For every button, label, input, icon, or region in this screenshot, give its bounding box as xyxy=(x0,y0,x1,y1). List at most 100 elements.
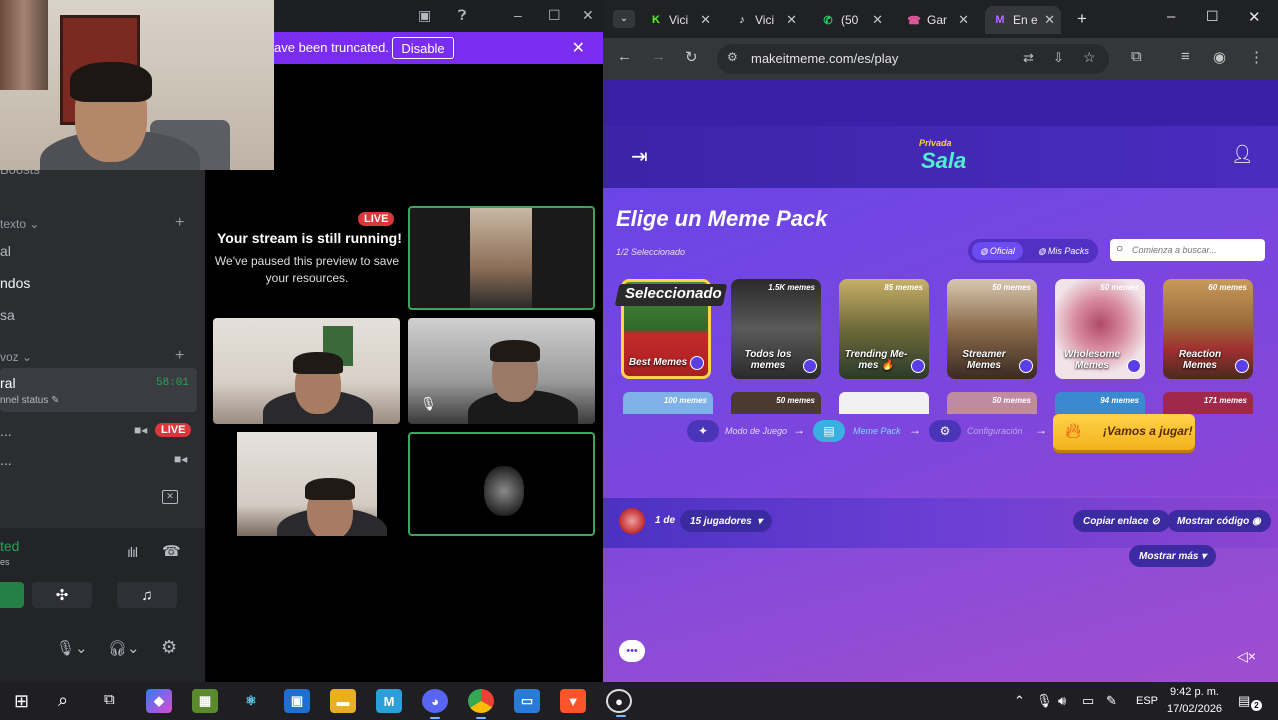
pack-card-wholesome[interactable]: 50 memes Wholesome Memes xyxy=(1055,279,1145,379)
reload-icon[interactable]: ↻ xyxy=(685,48,698,66)
chrome-icon[interactable] xyxy=(468,689,494,719)
microsoft-store-icon[interactable]: ▣ xyxy=(284,689,310,713)
video-tile-user-4[interactable] xyxy=(408,432,595,536)
close-window-icon[interactable]: ✕ xyxy=(1248,8,1261,26)
minecraft-icon[interactable]: ▦ xyxy=(192,689,218,713)
back-icon[interactable]: ← xyxy=(617,48,632,65)
settings-step-icon[interactable]: ⚙ xyxy=(929,420,961,442)
bookmark-star-icon[interactable]: ☆ xyxy=(1083,49,1096,66)
video-tile-stream[interactable] xyxy=(408,206,595,310)
player-avatar[interactable] xyxy=(619,508,645,534)
step-game-mode[interactable]: Modo de Juego xyxy=(725,426,787,436)
pack-search-input[interactable] xyxy=(1132,242,1260,258)
microphone-icon[interactable]: 🎙︎ xyxy=(1036,693,1053,709)
channel-status[interactable]: nnel status ✎ xyxy=(0,395,60,406)
filter-my-packs[interactable]: ◍ Mis Packs xyxy=(1030,242,1097,260)
address-bar[interactable]: ⚙ makeitmeme.com/es/play ⇄ ⇩ ☆ xyxy=(717,44,1109,74)
close-tab-icon[interactable]: ✕ xyxy=(700,12,711,28)
pack-card-streamer[interactable]: 50 memes Streamer Memes xyxy=(947,279,1037,379)
stop-stream-icon[interactable]: ✕ xyxy=(162,490,178,504)
mute-sound-icon[interactable]: ◁× xyxy=(1237,648,1256,665)
pack-card-row2-3[interactable] xyxy=(839,392,929,414)
install-app-icon[interactable]: ⇩ xyxy=(1053,50,1064,66)
close-banner-icon[interactable]: ✕ xyxy=(572,38,585,58)
media-control-icon[interactable]: ≡ xyxy=(1181,48,1190,65)
channel-item-2[interactable]: ndos xyxy=(0,275,30,291)
pack-card-row2-4[interactable]: 50 memes xyxy=(947,392,1037,414)
forward-icon[interactable]: → xyxy=(651,48,666,65)
close-tab-icon[interactable]: ✕ xyxy=(1044,12,1055,28)
volume-icon[interactable]: 🔊︎ xyxy=(1058,693,1066,709)
tab-search-icon[interactable]: ⌄ xyxy=(613,10,635,28)
exit-room-icon[interactable]: ⇥ xyxy=(631,144,648,169)
microphone-icon[interactable]: 🎙︎⌄ xyxy=(56,639,88,657)
help-icon[interactable]: ❓︎ xyxy=(458,7,466,24)
pack-card-trending[interactable]: 85 memes Trending Me-mes 🔥 xyxy=(839,279,929,379)
editor-app-icon[interactable]: M xyxy=(376,689,402,713)
pack-card-row2-5[interactable]: 94 memes xyxy=(1055,392,1145,414)
search-icon[interactable]: ⌕ xyxy=(58,690,68,711)
clock-date[interactable]: 17/02/2026 xyxy=(1167,703,1222,715)
camera-button[interactable] xyxy=(0,582,24,608)
info-icon[interactable] xyxy=(911,359,925,373)
translate-icon[interactable]: ⇄ xyxy=(1023,50,1034,66)
maximize-icon[interactable]: ☐ xyxy=(1206,8,1219,25)
start-game-button[interactable]: 🔥︎ ¡Vamos a jugar! xyxy=(1053,414,1195,450)
copilot-icon[interactable]: ◆ xyxy=(146,689,172,713)
windows-start-icon[interactable]: ⊞ xyxy=(14,691,29,712)
soundboard-button[interactable]: ♫ xyxy=(117,582,177,608)
pack-card-reaction[interactable]: 60 memes Reaction Memes xyxy=(1163,279,1253,379)
obs-icon[interactable]: ● xyxy=(606,689,632,717)
channel-item-3[interactable]: sa xyxy=(0,307,15,323)
info-icon[interactable] xyxy=(1019,359,1033,373)
minimize-icon[interactable]: – xyxy=(514,7,522,23)
settings-gear-icon[interactable]: ⚙ xyxy=(161,637,177,658)
meme-pack-step-icon[interactable]: ▤ xyxy=(813,420,845,442)
pen-icon[interactable]: ✎ xyxy=(1106,693,1117,709)
network-icon[interactable]: ▭ xyxy=(1082,693,1094,709)
info-icon[interactable] xyxy=(1235,359,1249,373)
tab-5-active[interactable]: M En e ✕ xyxy=(985,6,1061,34)
pack-search[interactable]: ○ xyxy=(1110,239,1265,261)
voice-channels-category[interactable]: voz ⌄ xyxy=(0,350,32,364)
notifications-icon[interactable]: ▤ xyxy=(1238,693,1250,709)
add-text-channel-icon[interactable]: + xyxy=(175,214,184,232)
filter-official[interactable]: ◍ Oficial xyxy=(972,242,1023,260)
video-tile-user-1[interactable] xyxy=(213,318,400,424)
headphones-icon[interactable]: 🎧︎⌄ xyxy=(108,639,140,657)
close-tab-icon[interactable]: ✕ xyxy=(786,12,797,28)
add-voice-channel-icon[interactable]: + xyxy=(175,347,184,365)
close-tab-icon[interactable]: ✕ xyxy=(872,12,883,28)
video-tile-user-2[interactable]: 🎙︎ xyxy=(408,318,595,424)
step-configuration[interactable]: Configuración xyxy=(967,426,1023,436)
step-meme-pack[interactable]: Meme Pack xyxy=(853,426,901,436)
active-voice-channel[interactable]: ral 58:01 nnel status ✎ xyxy=(0,368,197,412)
show-code-button[interactable]: Mostrar código ◉ xyxy=(1167,510,1271,532)
pack-card-all-memes[interactable]: 1.5K memes Todos los memes xyxy=(731,279,821,379)
text-channels-category[interactable]: texto ⌄ xyxy=(0,217,39,231)
task-view-icon[interactable]: ⧉ xyxy=(104,691,115,708)
extensions-icon[interactable]: ⧉ xyxy=(1131,48,1142,65)
brave-icon[interactable]: ▼ xyxy=(560,689,586,713)
pack-card-row2-2[interactable]: 50 memes xyxy=(731,392,821,414)
chat-icon[interactable]: ••• xyxy=(619,640,645,662)
discord-icon[interactable]: ◕ xyxy=(422,689,448,719)
show-more-button[interactable]: Mostrar más ▾ xyxy=(1129,545,1217,567)
app-window-icon[interactable]: ▭ xyxy=(514,689,540,713)
pack-card-row2-6[interactable]: 171 memes xyxy=(1163,392,1253,414)
disconnect-icon[interactable]: ☎ xyxy=(162,542,181,560)
new-tab-icon[interactable]: + xyxy=(1077,9,1087,29)
language-indicator[interactable]: ESP xyxy=(1136,695,1158,707)
profile-icon[interactable]: ◉ xyxy=(1213,48,1226,66)
game-mode-step-icon[interactable]: ✦ xyxy=(687,420,719,442)
close-tab-icon[interactable]: ✕ xyxy=(958,12,969,28)
tab-4[interactable]: ☎ Gar ✕ xyxy=(899,6,975,34)
info-icon[interactable] xyxy=(1127,359,1141,373)
maximize-icon[interactable]: ☐ xyxy=(548,7,561,24)
voice-member-2[interactable]: ... xyxy=(0,452,12,468)
voice-activity-icon[interactable]: ılıl xyxy=(127,544,138,560)
info-icon[interactable] xyxy=(690,356,704,370)
video-tile-user-3[interactable] xyxy=(213,432,400,536)
disable-button[interactable]: Disable xyxy=(392,37,454,59)
voice-member-1[interactable]: ... xyxy=(0,423,12,439)
